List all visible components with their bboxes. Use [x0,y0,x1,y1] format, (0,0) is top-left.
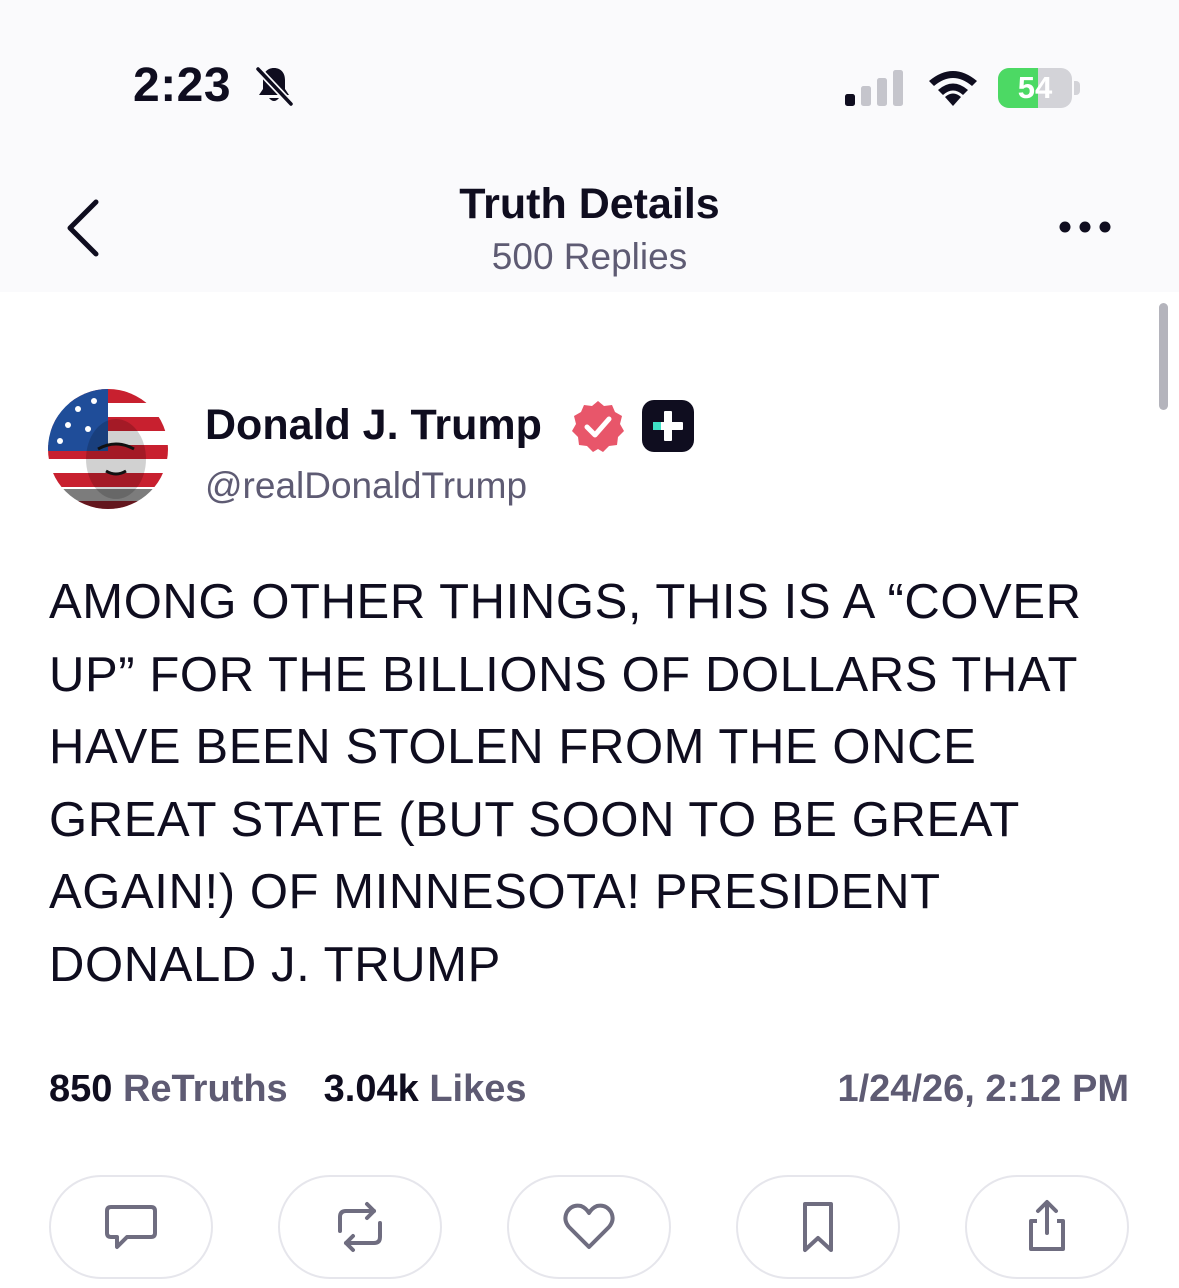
status-time: 2:23 [133,59,232,112]
retruths-count: 850 [49,1068,113,1110]
ellipsis-icon[interactable] [1056,212,1114,242]
heart-icon [563,1203,615,1249]
page-title: Truth Details [459,180,720,228]
truth-plus-icon [642,400,694,452]
share-icon [1029,1200,1065,1251]
battery-charging-icon: 54 [998,68,1082,108]
nav-header: Truth Details 500 Replies [0,150,1179,292]
share-button[interactable] [965,1175,1129,1279]
post-text: AMONG OTHER THINGS, THIS IS A “COVER UP”… [49,575,1082,992]
retruths-label: ReTruths [122,1068,288,1110]
likes-stat[interactable]: 3.04k Likes [324,1068,527,1110]
avatar[interactable] [48,389,168,509]
status-bar: 2:23 54 [0,0,1179,150]
retruths-stat[interactable]: 850 ReTruths [49,1068,288,1110]
reply-button[interactable] [49,1175,213,1279]
likes-count: 3.04k [323,1068,419,1110]
bell-slash-icon [255,66,294,107]
battery-level: 54 [1017,70,1053,105]
post-stats: 850 ReTruths 3.04k Likes [49,1068,527,1111]
bookmark-button[interactable] [736,1175,900,1279]
verified-check-icon [572,401,624,452]
post-timestamp: 1/24/26, 2:12 PM [837,1068,1129,1110]
comment-icon [105,1205,157,1249]
bookmark-icon [803,1202,833,1252]
author-display-name[interactable]: Donald J. Trump [205,401,542,450]
signal-icon [845,70,903,106]
author-handle[interactable]: @realDonaldTrump [205,465,527,507]
repost-icon [338,1202,382,1252]
retruth-button[interactable] [278,1175,442,1279]
replies-count: 500 Replies [491,236,688,277]
like-button[interactable] [507,1175,671,1279]
likes-label: Likes [429,1068,527,1110]
wifi-icon [929,71,977,106]
scrollbar[interactable] [1159,303,1168,410]
